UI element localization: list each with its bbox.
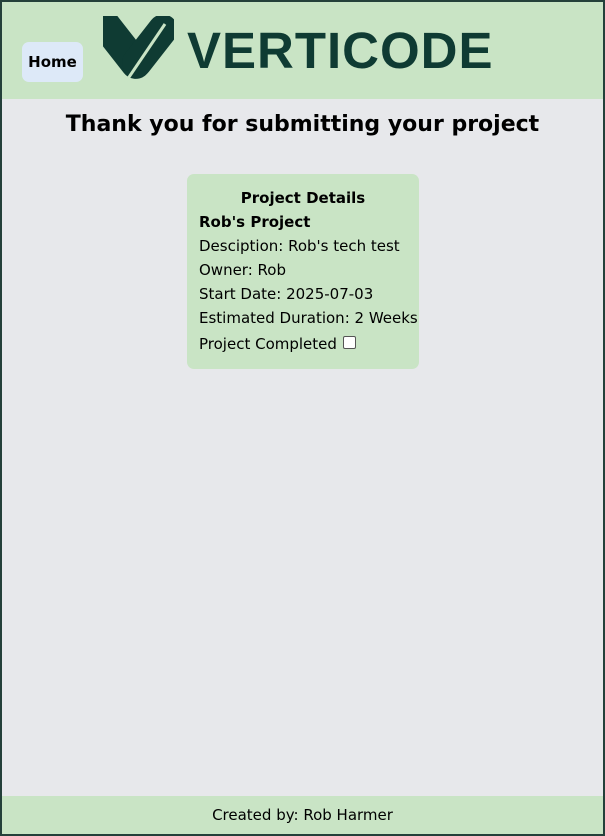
project-duration: Estimated Duration: 2 Weeks: [199, 309, 418, 327]
project-completed-label: Project Completed: [199, 335, 337, 353]
footer: Created by: Rob Harmer: [2, 796, 603, 834]
verticode-logo-icon: [103, 16, 174, 84]
project-details-card: Project Details Rob's Project Desciption…: [187, 174, 419, 369]
logo: VERTICODE: [103, 16, 494, 84]
card-heading: Project Details: [240, 189, 366, 207]
logo-text: VERTICODE: [187, 21, 494, 79]
project-completed-checkbox[interactable]: [342, 335, 356, 349]
footer-credit: Created by: Rob Harmer: [212, 806, 393, 824]
home-button[interactable]: Home: [22, 42, 83, 82]
header: Home VERTICODE: [2, 2, 603, 99]
project-completed-row: Project Completed: [199, 332, 407, 356]
project-description: Desciption: Rob's tech test: [199, 237, 400, 255]
project-start-date: Start Date: 2025-07-03: [199, 285, 374, 303]
project-name: Rob's Project: [199, 213, 311, 231]
project-owner: Owner: Rob: [199, 261, 286, 279]
page-title: Thank you for submitting your project: [65, 112, 540, 137]
